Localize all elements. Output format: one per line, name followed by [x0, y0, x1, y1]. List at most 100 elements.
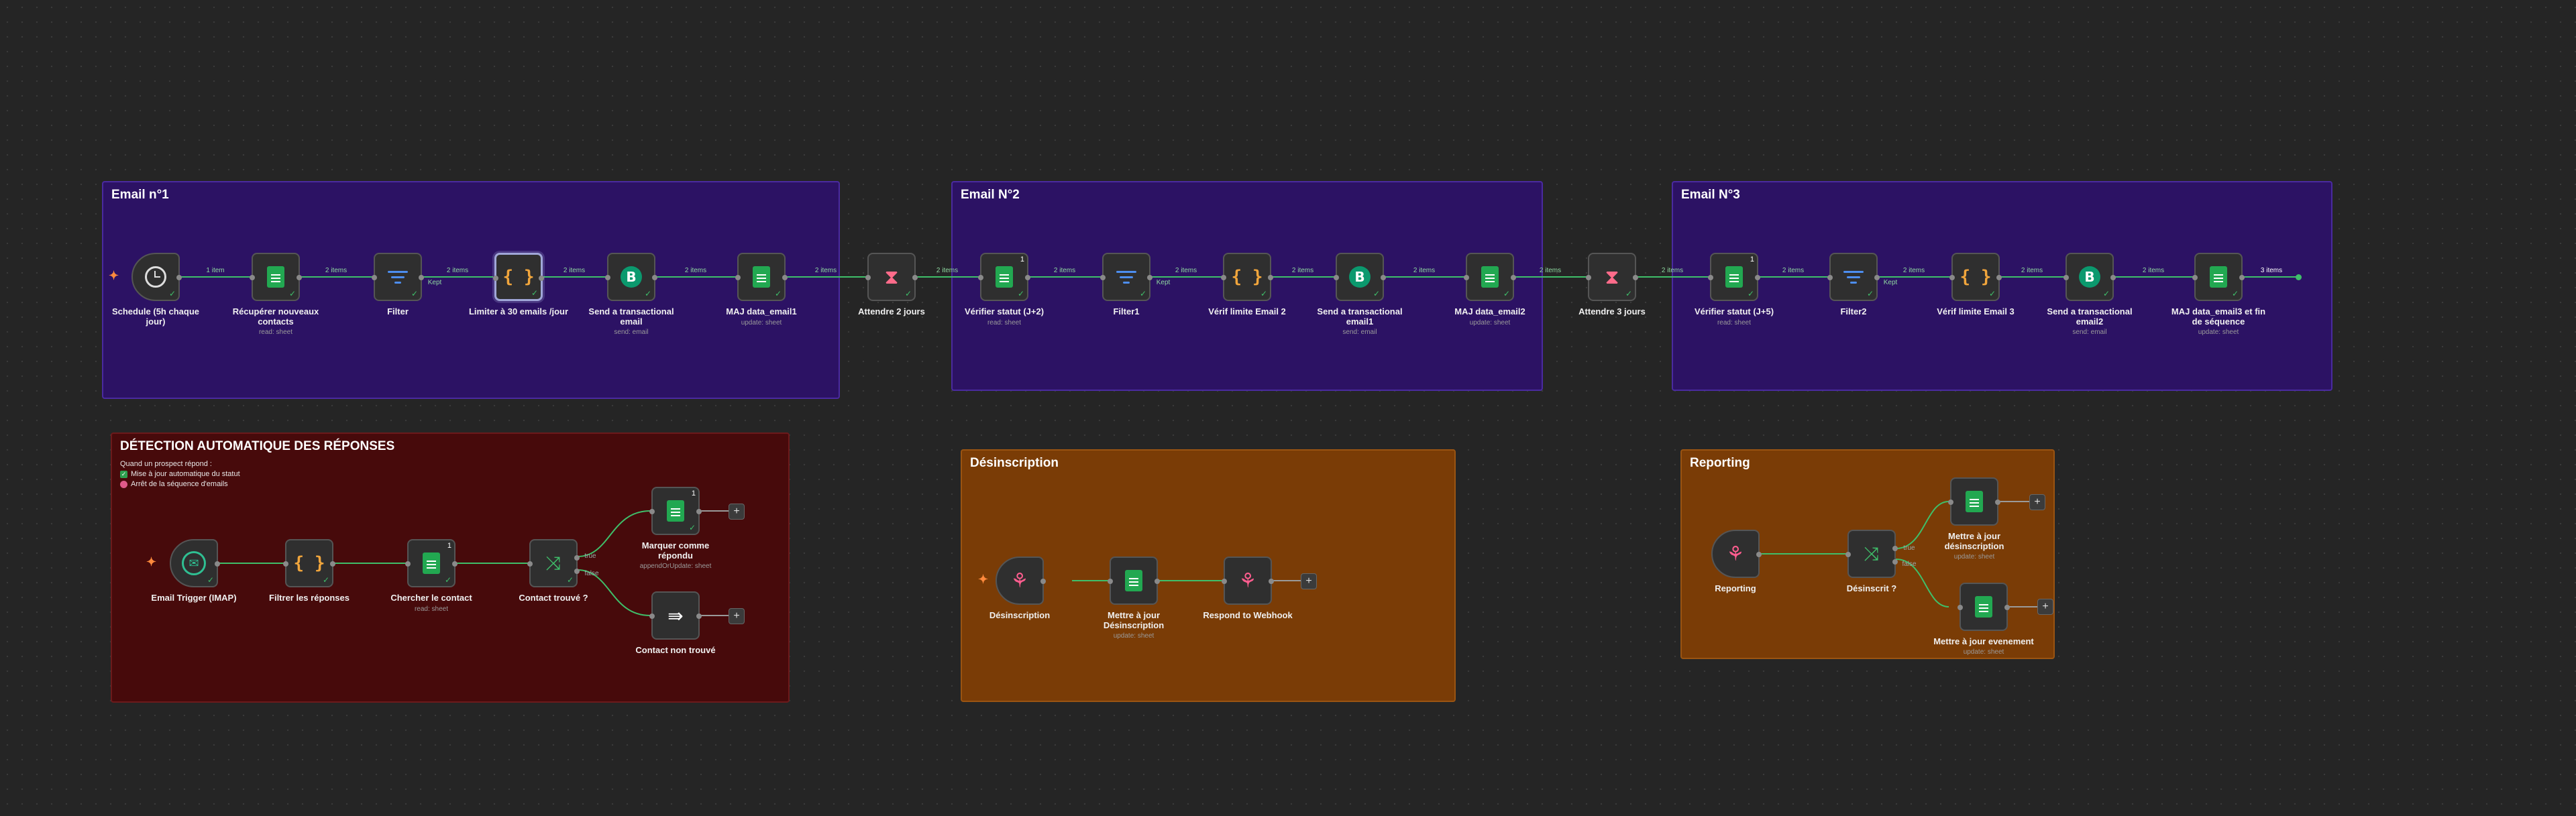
node-label: MAJ data_email1 — [726, 306, 797, 316]
code-icon: { } — [1960, 267, 1992, 287]
node-email-trigger-imap[interactable]: ✉ ✓ — [170, 539, 220, 587]
edge-label: 1 item — [206, 267, 225, 274]
node-maj-email2[interactable]: ✓ — [1464, 253, 1516, 301]
node-subtitle: send: email — [614, 329, 649, 336]
edge-label: 2 items — [684, 267, 707, 274]
node-desinscription-webhook[interactable]: ⚘ — [996, 557, 1046, 605]
node-respond-webhook[interactable]: ⚘ — [1222, 557, 1274, 605]
google-sheets-icon — [267, 266, 284, 288]
edge-label: Kept — [427, 279, 442, 286]
node-limiter[interactable]: { } ✓ — [493, 253, 544, 301]
node-label: Filter1 — [1113, 306, 1140, 316]
edge-label: 2 items — [1413, 267, 1436, 274]
node-label: Filtrer les réponses — [269, 593, 350, 603]
add-node-button[interactable]: + — [729, 608, 745, 624]
node-reporting-webhook[interactable]: ⚘ — [1711, 530, 1762, 578]
node-verifier-j5[interactable]: 1 ✓ — [1708, 253, 1760, 301]
edge-label: Kept — [1883, 279, 1898, 286]
node-label: Contact non trouvé — [635, 645, 716, 655]
add-node-button[interactable]: + — [1301, 573, 1317, 589]
success-check-icon: ✓ — [1260, 289, 1267, 298]
edge-label: 2 items — [325, 267, 347, 274]
success-check-icon: ✓ — [531, 288, 538, 298]
hourglass-icon: ⧗ — [884, 265, 899, 289]
success-check-icon: ✓ — [1017, 289, 1024, 298]
edge-label: 2 items — [936, 267, 959, 274]
node-label: MAJ data_email3 et fin de séquence — [2171, 306, 2266, 327]
success-check-icon: ✓ — [1625, 289, 1632, 298]
node-marquer-repondu[interactable]: 1 ✓ — [649, 487, 702, 535]
node-contact-trouve[interactable]: ⤨ ✓ — [527, 539, 580, 587]
node-verifier-j2[interactable]: 1 ✓ — [978, 253, 1030, 301]
node-subtitle: read: sheet — [258, 329, 293, 336]
clock-icon — [145, 266, 166, 288]
node-verif-limite-3[interactable]: { } ✓ — [1949, 253, 2002, 301]
code-icon: { } — [1231, 267, 1263, 287]
node-send-email1[interactable]: B ✓ — [1334, 253, 1386, 301]
node-send-email2[interactable]: B ✓ — [2063, 253, 2116, 301]
node-maj-email3[interactable]: ✓ — [2192, 253, 2245, 301]
node-verif-limite-2[interactable]: { } ✓ — [1221, 253, 1273, 301]
node-subtitle: send: email — [1342, 329, 1377, 336]
node-label: MAJ data_email2 — [1454, 306, 1525, 316]
node-send-email[interactable]: B ✓ — [605, 253, 657, 301]
success-check-icon: ✓ — [644, 289, 651, 298]
webhook-icon: ⚘ — [1238, 569, 1257, 593]
edge-label: 2 items — [2142, 267, 2165, 274]
node-maj-desinscription-2[interactable] — [1948, 477, 2000, 526]
success-check-icon: ✓ — [444, 575, 451, 585]
node-desinscrit[interactable]: ⤨ — [1845, 530, 1898, 578]
node-filter2[interactable]: ✓ — [1827, 253, 1880, 301]
node-subtitle: read: sheet — [414, 605, 449, 613]
edge-label: 2 items — [1782, 267, 1805, 274]
node-subtitle: update: sheet — [741, 319, 782, 327]
node-maj-email1[interactable]: ✓ — [735, 253, 788, 301]
edge-label: 2 items — [1053, 267, 1076, 274]
edge-label: false — [584, 570, 599, 577]
node-label: Marquer comme répondu — [641, 540, 710, 561]
node-subtitle: appendOrUpdate: sheet — [639, 563, 712, 570]
success-check-icon: ✓ — [411, 289, 418, 298]
node-contact-non-trouve[interactable]: ⇛ — [649, 591, 702, 640]
node-label: Schedule (5h chaque jour) — [111, 306, 200, 327]
add-node-button[interactable]: + — [2037, 599, 2053, 615]
edge-label: 2 items — [1539, 267, 1562, 274]
google-sheets-icon — [1975, 596, 1992, 618]
node-recuperer-contacts[interactable]: ✓ — [250, 253, 302, 301]
node-label: Mettre à jour Désinscription — [1103, 610, 1165, 630]
success-check-icon: ✓ — [566, 575, 574, 585]
node-label: Mettre à jour désinscription — [1944, 531, 2004, 551]
node-filtrer-reponses[interactable]: { } ✓ — [283, 539, 335, 587]
add-node-button[interactable]: + — [729, 504, 745, 520]
node-label: Send a transactional email — [588, 306, 674, 327]
node-filter[interactable]: ✓ — [372, 253, 424, 301]
add-node-button[interactable]: + — [2029, 494, 2045, 510]
edge-label: true — [584, 552, 596, 560]
node-schedule[interactable]: ✓ — [131, 253, 182, 301]
node-chercher-contact[interactable]: 1 ✓ — [405, 539, 458, 587]
edge-label: 3 items — [2260, 267, 2283, 274]
edge-label: false — [1902, 561, 1917, 568]
branch-icon: ⤨ — [545, 552, 561, 574]
node-subtitle: read: sheet — [987, 319, 1022, 327]
node-label: Respond to Webhook — [1203, 610, 1293, 620]
node-label: Désinscrit ? — [1846, 583, 1897, 593]
node-label: Limiter à 30 emails /jour — [468, 306, 569, 316]
node-wait-3days[interactable]: ⧗ ✓ — [1586, 253, 1638, 301]
node-filter1[interactable]: ✓ — [1100, 253, 1152, 301]
edge-label: 2 items — [2021, 267, 2043, 274]
node-maj-desinscription[interactable] — [1108, 557, 1160, 605]
node-subtitle: send: email — [2072, 329, 2107, 336]
success-check-icon: ✓ — [1747, 289, 1754, 298]
node-subtitle: update: sheet — [2198, 329, 2239, 336]
node-label: Vérif limite Email 2 — [1208, 306, 1286, 316]
success-check-icon: ✓ — [904, 289, 912, 298]
success-check-icon: ✓ — [288, 289, 296, 298]
node-maj-evenement[interactable] — [1957, 583, 2010, 631]
node-wait-2days[interactable]: ⧗ ✓ — [865, 253, 918, 301]
success-check-icon: ✓ — [322, 575, 329, 585]
end-dot[interactable] — [2296, 274, 2302, 280]
edge-label: 2 items — [1661, 267, 1684, 274]
edge-label: true — [1903, 544, 1915, 552]
node-subtitle: update: sheet — [1113, 632, 1155, 640]
